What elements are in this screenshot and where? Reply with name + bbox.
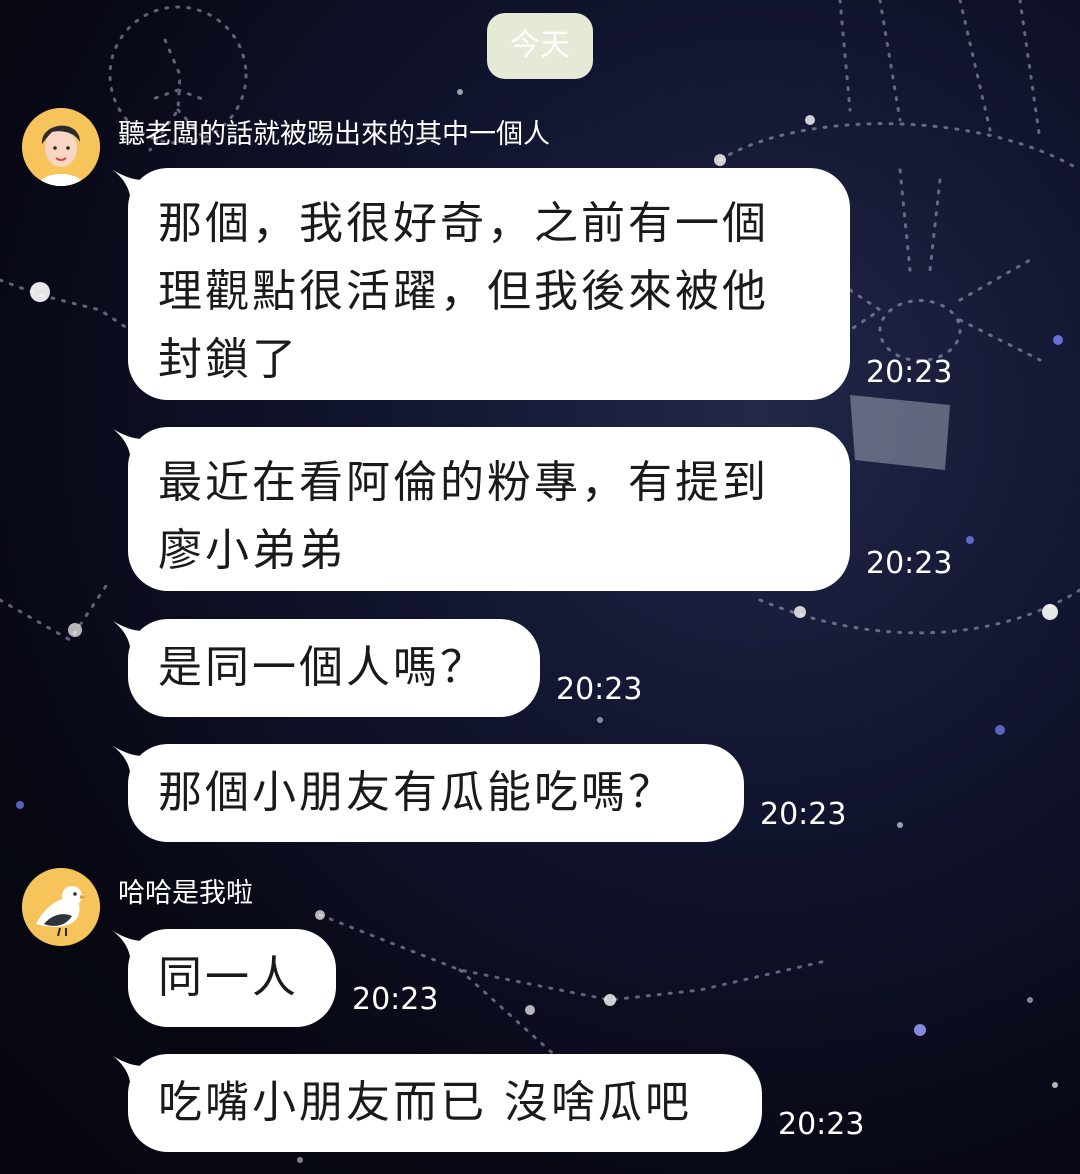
message-timestamp: 20:23 [866, 546, 953, 581]
man-avatar-icon [22, 108, 100, 186]
message-timestamp: 20:23 [866, 355, 953, 390]
message-bubble[interactable]: 那個小朋友有瓜能吃嗎？ [128, 744, 744, 842]
message-bubble[interactable]: 最近在看阿倫的粉專，有提到 廖小弟弟 [128, 427, 850, 591]
message-bubble[interactable]: 那個，我很好奇，之前有一個 理觀點很活躍，但我後來被他 封鎖了 [128, 168, 850, 400]
message-text-line: 最近在看阿倫的粉專，有提到 [158, 457, 769, 508]
message-text-line: 廖小弟弟 [158, 525, 346, 576]
date-label: 今天 [510, 28, 570, 63]
sender-avatar-man[interactable] [22, 108, 100, 186]
message-bubble[interactable]: 吃嘴小朋友而已 沒啥瓜吧 [128, 1054, 762, 1152]
sender-name: 哈哈是我啦 [118, 878, 253, 909]
message-text: 是同一個人嗎？ [158, 642, 487, 693]
message-text-line: 理觀點很活躍，但我後來被他 [158, 266, 769, 317]
message-timestamp: 20:23 [778, 1107, 865, 1142]
message-text: 那個小朋友有瓜能吃嗎？ [158, 767, 675, 818]
message-timestamp: 20:23 [760, 797, 847, 832]
sender-name: 聽老闆的話就被踢出來的其中一個人 [118, 119, 550, 150]
bird-avatar-icon [22, 868, 100, 946]
message-bubble[interactable]: 是同一個人嗎？ [128, 619, 540, 717]
date-separator: 今天 [487, 13, 593, 79]
message-text-line: 那個，我很好奇，之前有一個 [158, 198, 769, 249]
message-bubble[interactable]: 同一人 [128, 929, 336, 1027]
message-timestamp: 20:23 [556, 672, 643, 707]
message-text-line: 封鎖了 [158, 334, 299, 385]
message-timestamp: 20:23 [352, 982, 439, 1017]
message-text: 吃嘴小朋友而已 沒啥瓜吧 [158, 1077, 692, 1128]
message-text: 同一人 [158, 952, 299, 1003]
sender-avatar-bird[interactable] [22, 868, 100, 946]
